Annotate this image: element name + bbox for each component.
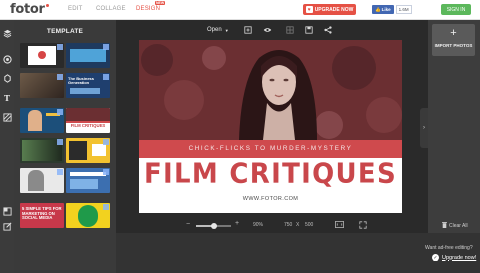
template-thumb[interactable] xyxy=(20,43,64,68)
zoom-slider[interactable] xyxy=(196,223,231,229)
template-thumb[interactable] xyxy=(66,138,110,163)
template-mark xyxy=(103,44,109,50)
open-label: Open xyxy=(207,27,222,33)
logo-dot xyxy=(45,4,49,7)
template-panel-title: TEMPLATE xyxy=(46,28,84,35)
facebook-like-count: 1.6M xyxy=(395,5,412,14)
preview-eye-icon[interactable] xyxy=(263,25,272,34)
stickers-icon[interactable] xyxy=(2,73,12,83)
headline-text[interactable]: FILM CRITIQUES xyxy=(139,158,402,190)
template-mark xyxy=(57,139,63,145)
template-thumb-label: The Business Generation xyxy=(68,76,95,86)
template-panel: TEMPLATE The Business Generation FILM CR… xyxy=(14,20,127,273)
chevron-right-icon: › xyxy=(423,125,425,131)
clear-all-label: Clear All xyxy=(449,223,468,229)
nav-design[interactable]: DESIGN xyxy=(136,6,160,12)
upgrade-now-label: UPGRADE NOW xyxy=(314,6,354,13)
logo-text: fotor xyxy=(10,2,45,17)
subtitle-banner[interactable]: CHICK-FLICKS TO MURDER-MYSTERY xyxy=(139,140,402,158)
facebook-like-button[interactable]: 👍 Like xyxy=(372,5,394,14)
new-badge: NEW xyxy=(155,1,166,5)
upgrade-now-link[interactable]: ✓ Upgrade now! xyxy=(432,254,476,261)
chevron-down-icon: ▼ xyxy=(224,27,229,33)
fotor-app: fotor EDIT COLLAGE DESIGN NEW ♥ UPGRADE … xyxy=(0,0,480,273)
template-thumb[interactable]: 5 SIMPLE TIPS FOR MARKETING ON SOCIAL ME… xyxy=(20,203,64,228)
nav-edit[interactable]: EDIT xyxy=(68,6,82,12)
open-menu[interactable]: Open ▼ xyxy=(207,27,229,33)
import-photos-button[interactable]: + IMPORT PHOTOS xyxy=(432,24,475,56)
zoom-out-button[interactable]: − xyxy=(186,221,190,228)
template-thumb[interactable] xyxy=(66,168,110,193)
template-mark xyxy=(57,74,63,80)
ad-area xyxy=(116,233,480,273)
nav-collage[interactable]: COLLAGE xyxy=(96,6,126,12)
grid-icon[interactable] xyxy=(285,25,294,34)
template-thumb[interactable] xyxy=(20,108,64,133)
sign-in-button[interactable]: SIGN IN xyxy=(441,4,471,15)
banner-text[interactable]: CHICK-FLICKS TO MURDER-MYSTERY xyxy=(139,145,402,152)
template-thumb[interactable] xyxy=(20,73,64,98)
pattern-icon[interactable] xyxy=(2,206,12,216)
canvas-height[interactable]: 500 xyxy=(305,222,313,228)
template-thumb[interactable]: The Business Generation xyxy=(66,73,110,98)
design-canvas[interactable]: CHICK-FLICKS TO MURDER-MYSTERY FILM CRIT… xyxy=(139,40,402,213)
import-photos-label: IMPORT PHOTOS xyxy=(434,43,473,48)
upgrade-now-link-label: Upgrade now! xyxy=(442,254,477,261)
top-bar: fotor EDIT COLLAGE DESIGN NEW ♥ UPGRADE … xyxy=(0,0,480,20)
add-frame-icon[interactable] xyxy=(243,25,252,34)
thumbs-up-icon: 👍 xyxy=(375,6,381,12)
size-separator: X xyxy=(296,222,300,228)
fit-screen-icon[interactable] xyxy=(335,220,344,229)
zoom-in-button[interactable]: + xyxy=(235,220,239,227)
template-thumb[interactable] xyxy=(66,203,110,228)
upgrade-now-button[interactable]: ♥ UPGRADE NOW xyxy=(303,4,356,15)
trash-icon xyxy=(442,222,447,230)
template-mark xyxy=(103,204,109,210)
facebook-like-label: Like xyxy=(381,7,391,12)
tool-rail: T xyxy=(0,20,14,273)
share-icon[interactable] xyxy=(323,25,332,34)
upgrade-badge-icon: ✓ xyxy=(432,254,439,261)
template-mark xyxy=(57,169,63,175)
background-icon[interactable] xyxy=(2,112,12,122)
fullscreen-icon[interactable] xyxy=(358,220,367,229)
template-thumb[interactable]: FILM CRITIQUES xyxy=(66,108,110,133)
template-thumb[interactable] xyxy=(20,138,64,163)
template-thumb[interactable] xyxy=(66,43,110,68)
right-panel-toggle[interactable]: › xyxy=(420,108,428,148)
template-thumb-label: 5 SIMPLE TIPS FOR MARKETING ON SOCIAL ME… xyxy=(22,206,62,221)
template-thumb-label: FILM CRITIQUES xyxy=(70,123,106,128)
fotor-logo[interactable]: fotor xyxy=(10,2,49,17)
heart-icon: ♥ xyxy=(305,6,313,13)
edit-icon[interactable] xyxy=(2,221,12,231)
zoom-percent: 90% xyxy=(253,222,264,228)
canvas-width[interactable]: 750 xyxy=(284,222,292,228)
save-icon[interactable] xyxy=(304,25,313,34)
hero-photo[interactable] xyxy=(139,40,402,140)
elements-icon[interactable] xyxy=(2,54,12,64)
template-mark xyxy=(57,44,63,50)
clear-all-button[interactable]: Clear All xyxy=(442,222,468,230)
layers-icon[interactable] xyxy=(2,28,12,38)
template-mark xyxy=(57,109,63,115)
facebook-like-widget[interactable]: 👍 Like 1.6M xyxy=(372,5,412,14)
template-mark xyxy=(103,74,109,80)
template-mark xyxy=(103,139,109,145)
template-thumb[interactable] xyxy=(20,168,64,193)
template-mark xyxy=(103,169,109,175)
website-text[interactable]: WWW.FOTOR.COM xyxy=(139,196,402,202)
plus-icon: + xyxy=(450,27,457,39)
ad-free-text: Want ad-free editing? xyxy=(425,245,473,251)
text-icon[interactable]: T xyxy=(2,93,12,103)
